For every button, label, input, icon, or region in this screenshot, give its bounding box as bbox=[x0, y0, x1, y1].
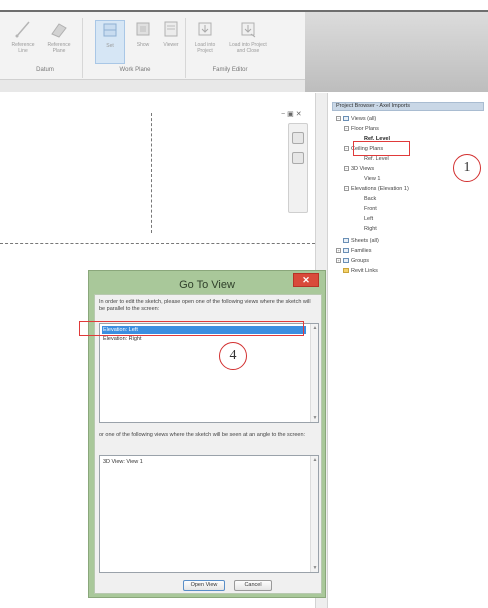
navigation-bar[interactable] bbox=[288, 123, 308, 213]
tree-item-label: Left bbox=[364, 216, 374, 222]
tree-item-label: Back bbox=[364, 196, 377, 202]
set-workplane-label: Set bbox=[106, 43, 114, 49]
tree-item-label: Groups bbox=[351, 258, 370, 264]
dialog-body: In order to edit the sketch, please open… bbox=[94, 294, 322, 594]
dialog-close-button[interactable]: ✕ bbox=[293, 273, 319, 287]
collapse-icon[interactable]: − bbox=[344, 146, 349, 152]
reference-line-label: Reference Line bbox=[11, 42, 35, 54]
collapse-icon[interactable]: − bbox=[344, 186, 349, 192]
dialog-instruction-parallel: In order to edit the sketch, please open… bbox=[99, 299, 311, 312]
load-into-project-close-label: Load into Project and Close bbox=[229, 42, 267, 54]
tree-item-label: Floor Plans bbox=[351, 126, 379, 132]
tree-item-label: Views (all) bbox=[351, 116, 377, 122]
tree-item-label: Elevations (Elevation 1) bbox=[351, 186, 409, 192]
go-to-view-dialog: Go To View ✕ In order to edit the sketch… bbox=[88, 270, 326, 598]
collapse-icon[interactable]: − bbox=[344, 126, 349, 132]
reference-plane-horizontal bbox=[0, 243, 315, 244]
tree-item-elevations[interactable]: − Elevations (Elevation 1) bbox=[344, 185, 409, 193]
reference-plane-label: Reference Plane bbox=[47, 42, 71, 54]
project-browser-title: Project Browser - Axel Imports bbox=[332, 102, 484, 111]
cancel-button[interactable]: Cancel bbox=[234, 580, 272, 591]
scroll-up-icon[interactable]: ▲ bbox=[312, 457, 318, 463]
zoom-icon[interactable] bbox=[292, 152, 304, 164]
tree-item-views[interactable]: − Views (all) bbox=[336, 115, 376, 123]
callout-highlight-elevation-left bbox=[79, 321, 304, 336]
panel-label-work-plane: Work Plane bbox=[119, 67, 151, 73]
close-view-icon[interactable]: ✕ bbox=[296, 111, 304, 118]
ribbon-panel-bar bbox=[0, 79, 305, 92]
show-workplane-icon bbox=[136, 22, 150, 36]
ribbon-separator bbox=[185, 18, 186, 78]
tree-item-label: Right bbox=[364, 226, 377, 232]
tree-item-label: Revit Links bbox=[351, 268, 378, 274]
callout-number-4: 4 bbox=[219, 342, 247, 370]
scroll-up-icon[interactable]: ▲ bbox=[312, 325, 318, 331]
reference-line-icon bbox=[15, 21, 30, 38]
list-scrollbar[interactable]: ▲ ▼ bbox=[310, 324, 318, 422]
views-icon bbox=[343, 116, 349, 122]
show-workplane-tool[interactable]: Show bbox=[128, 20, 158, 64]
sheets-icon bbox=[343, 238, 349, 244]
open-view-button[interactable]: Open View bbox=[183, 580, 225, 591]
revit-links-icon bbox=[343, 268, 349, 274]
reference-plane-icon bbox=[51, 23, 67, 38]
viewer-icon bbox=[164, 21, 178, 37]
viewer-label: Viewer bbox=[163, 42, 179, 48]
tree-item-families[interactable]: + Families bbox=[336, 247, 371, 255]
callout-highlight-ref-level bbox=[353, 141, 410, 156]
panel-label-datum: Datum bbox=[36, 67, 54, 73]
reference-line-tool[interactable]: Reference Line bbox=[8, 20, 38, 64]
angle-views-list[interactable]: 3D View: View 1 ▲ ▼ bbox=[99, 455, 319, 573]
scroll-down-icon[interactable]: ▼ bbox=[312, 565, 318, 571]
reference-plane-tool[interactable]: Reference Plane bbox=[44, 20, 74, 64]
tree-item-view-1[interactable]: View 1 bbox=[364, 175, 380, 183]
parallel-views-list[interactable]: Elevation: Left Elevation: Right ▲ ▼ bbox=[99, 323, 319, 423]
set-workplane-icon bbox=[103, 23, 117, 37]
tree-item-right[interactable]: Right bbox=[364, 225, 377, 233]
collapse-icon[interactable]: − bbox=[344, 166, 349, 172]
expand-icon[interactable]: + bbox=[336, 258, 341, 264]
callout-number-1: 1 bbox=[453, 154, 481, 182]
tree-item-front[interactable]: Front bbox=[364, 205, 377, 213]
viewer-tool[interactable]: Viewer bbox=[156, 20, 186, 64]
list-item-3d-view-1[interactable]: 3D View: View 1 bbox=[102, 458, 143, 466]
tree-item-3d-views[interactable]: −3D Views bbox=[344, 165, 374, 173]
expand-icon[interactable]: + bbox=[336, 248, 341, 254]
list-item-elevation-right[interactable]: Elevation: Right bbox=[102, 335, 142, 343]
tree-item-back[interactable]: Back bbox=[364, 195, 376, 203]
tree-item-left[interactable]: Left bbox=[364, 215, 373, 223]
ribbon-separator bbox=[82, 18, 83, 78]
tree-item-floor-plans[interactable]: − Floor Plans bbox=[344, 125, 379, 133]
collapse-icon[interactable]: − bbox=[336, 116, 341, 122]
tree-item-groups[interactable]: + Groups bbox=[336, 257, 369, 265]
reference-plane-vertical bbox=[151, 113, 152, 233]
tree-item-label: 3D Views bbox=[351, 166, 375, 172]
list-scrollbar[interactable]: ▲ ▼ bbox=[310, 456, 318, 572]
groups-icon bbox=[343, 258, 349, 264]
load-into-project-label: Load into Project bbox=[194, 42, 216, 54]
dialog-title: Go To View bbox=[179, 279, 235, 291]
tree-item-label: View 1 bbox=[364, 176, 381, 182]
load-into-project-tool[interactable]: Load into Project bbox=[190, 20, 220, 64]
tree-item-sheets[interactable]: Sheets (all) bbox=[343, 237, 379, 245]
tree-item-label: Families bbox=[351, 248, 372, 254]
set-workplane-tool[interactable]: Set bbox=[95, 20, 125, 64]
ribbon-empty-area bbox=[305, 12, 488, 92]
view-window-controls[interactable]: −▣✕ bbox=[281, 110, 304, 118]
load-into-project-close-icon bbox=[241, 22, 256, 38]
steering-wheel-icon[interactable] bbox=[292, 132, 304, 144]
tree-item-label: Sheets (all) bbox=[351, 238, 379, 244]
tree-item-revit-links[interactable]: Revit Links bbox=[343, 267, 378, 275]
load-into-project-close-tool[interactable]: Load into Project and Close bbox=[228, 20, 268, 64]
load-into-project-icon bbox=[198, 22, 212, 36]
panel-label-family-editor: Family Editor bbox=[212, 67, 248, 73]
dialog-instruction-angle: or one of the following views where the … bbox=[99, 432, 306, 438]
tree-item-ref-level-ceiling[interactable]: Ref. Level bbox=[364, 155, 389, 163]
restore-icon[interactable]: ▣ bbox=[287, 111, 296, 118]
scroll-down-icon[interactable]: ▼ bbox=[312, 415, 318, 421]
families-icon bbox=[343, 248, 349, 254]
tree-item-label: Ref. Level bbox=[364, 156, 389, 162]
show-workplane-label: Show bbox=[136, 42, 150, 48]
tree-item-label: Front bbox=[364, 206, 377, 212]
